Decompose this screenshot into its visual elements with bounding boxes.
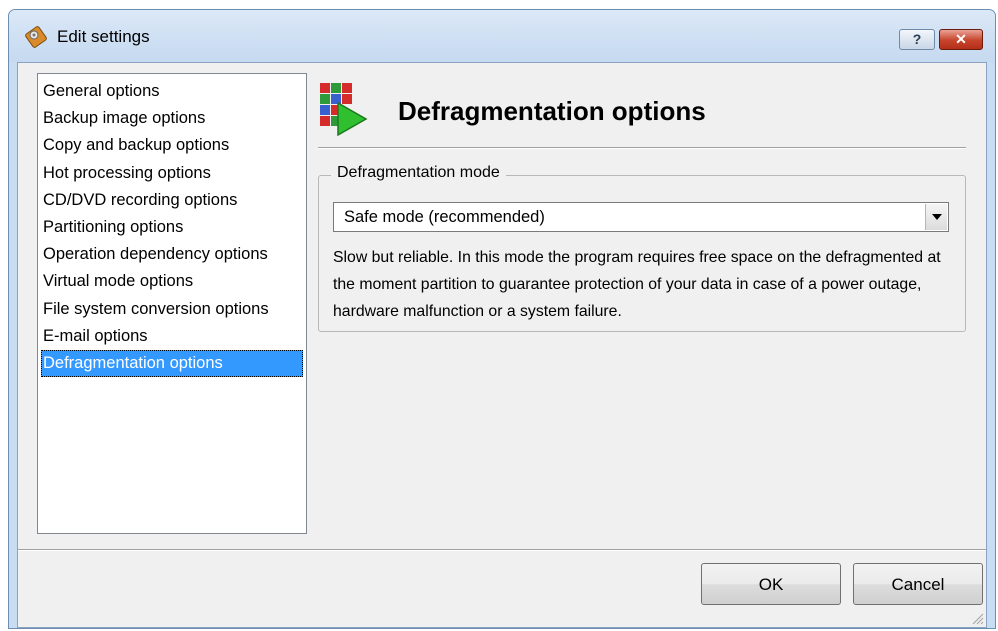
category-item-virtual-mode[interactable]: Virtual mode options [41, 268, 303, 295]
ok-button[interactable]: OK [701, 563, 841, 605]
category-item-hot-processing[interactable]: Hot processing options [41, 160, 303, 187]
category-item-defragmentation[interactable]: Defragmentation options [41, 349, 303, 378]
resize-grip-icon[interactable] [970, 611, 984, 625]
chevron-down-icon[interactable] [925, 204, 947, 230]
category-list[interactable]: General options Backup image options Cop… [37, 73, 307, 534]
category-item-partitioning[interactable]: Partitioning options [41, 214, 303, 241]
mode-description: Slow but reliable. In this mode the prog… [333, 249, 941, 320]
category-item-backup-image[interactable]: Backup image options [41, 105, 303, 132]
category-item-file-system-conversion[interactable]: File system conversion options [41, 296, 303, 323]
defragmentation-icon [320, 83, 368, 137]
dialog-client-area: General options Backup image options Cop… [17, 62, 987, 628]
category-item-cd-dvd-recording[interactable]: CD/DVD recording options [41, 187, 303, 214]
category-item-copy-backup[interactable]: Copy and backup options [41, 132, 303, 159]
section-title: Defragmentation options [398, 96, 706, 126]
button-separator [18, 549, 986, 551]
group-label: Defragmentation mode [331, 164, 506, 182]
cancel-button[interactable]: Cancel [853, 563, 983, 605]
selected-mode: Safe mode (recommended) [344, 208, 545, 226]
close-button[interactable]: ✕ [939, 29, 983, 50]
defragmentation-mode-select[interactable]: Safe mode (recommended) [333, 202, 949, 232]
help-button[interactable]: ? [899, 29, 935, 50]
section-divider [318, 147, 966, 149]
category-item-general[interactable]: General options [41, 78, 303, 105]
app-icon [25, 26, 47, 48]
defragmentation-mode-group: Defragmentation mode Safe mode (recommen… [318, 164, 966, 332]
category-item-email[interactable]: E-mail options [41, 323, 303, 350]
edit-settings-window: Edit settings ? ✕ General options Backup… [8, 9, 996, 629]
category-item-operation-dependency[interactable]: Operation dependency options [41, 241, 303, 268]
title-bar[interactable]: Edit settings ? ✕ [9, 10, 995, 62]
window-title: Edit settings [57, 27, 150, 46]
